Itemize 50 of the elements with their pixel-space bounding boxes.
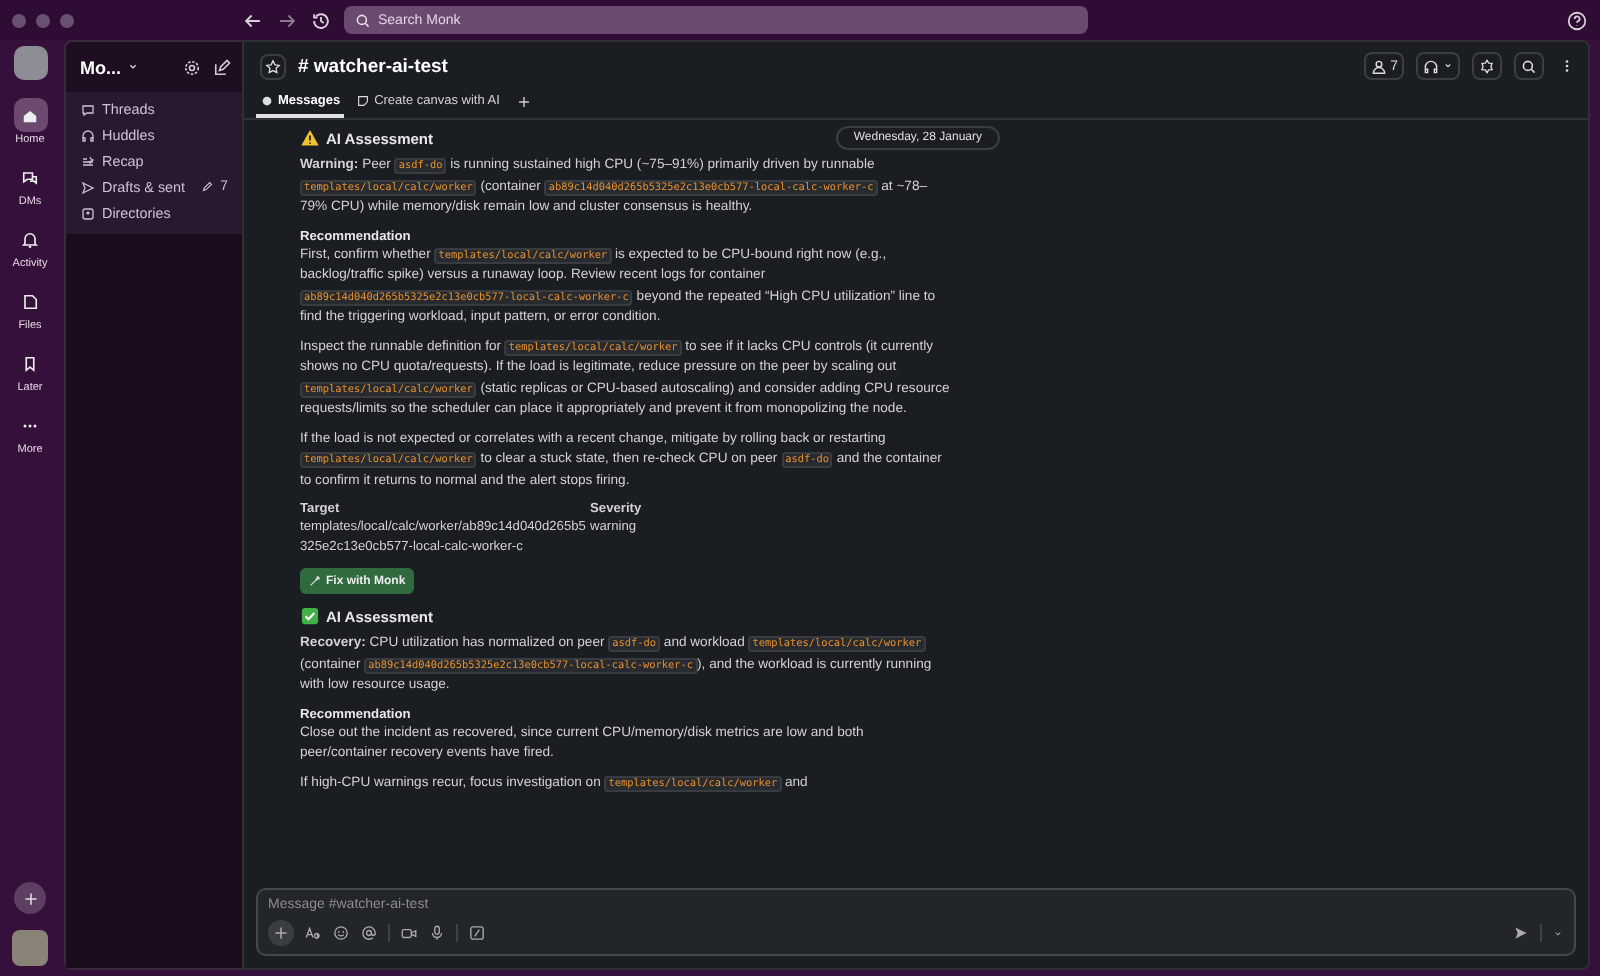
forward-arrow-icon[interactable]	[276, 9, 298, 31]
search-icon	[354, 11, 372, 29]
add-tab-icon[interactable]	[515, 94, 532, 110]
plus-icon[interactable]	[268, 920, 294, 946]
text-format-icon[interactable]	[304, 924, 322, 942]
window-control-dot[interactable]	[60, 13, 74, 27]
back-arrow-icon[interactable]	[242, 9, 264, 31]
pencil-icon	[200, 180, 215, 194]
workspace-name[interactable]: Mo...	[80, 57, 121, 77]
add-button[interactable]	[14, 882, 46, 914]
headphones-icon	[1422, 57, 1440, 75]
headphones-icon	[80, 127, 96, 143]
huddle-button[interactable]	[1416, 52, 1460, 80]
compose-icon[interactable]	[212, 57, 232, 77]
star-icon[interactable]	[260, 53, 286, 79]
settings-icon[interactable]	[182, 57, 202, 77]
wrench-icon	[308, 574, 322, 588]
canvas-icon	[356, 94, 371, 108]
chat-bubble-icon	[80, 101, 96, 117]
video-camera-icon[interactable]	[400, 924, 418, 942]
person-icon	[1370, 57, 1389, 75]
microphone-icon[interactable]	[428, 924, 446, 942]
mention-icon[interactable]	[360, 924, 378, 942]
contact-card-icon	[80, 205, 96, 221]
help-icon[interactable]	[1566, 9, 1588, 31]
caret-icon[interactable]	[125, 60, 139, 74]
bubble-icon	[260, 94, 274, 108]
caret-icon	[1442, 60, 1454, 72]
plus-icon	[21, 889, 39, 907]
search-button[interactable]	[1514, 52, 1544, 80]
user-avatar[interactable]	[12, 930, 48, 966]
check-icon	[300, 606, 320, 626]
document-icon	[20, 291, 40, 311]
slash-command-icon[interactable]	[468, 924, 486, 942]
chat-bubbles-icon	[20, 167, 40, 187]
emoji-icon[interactable]	[332, 924, 350, 942]
channel-title[interactable]: # watcher-ai-test	[298, 55, 448, 77]
warning-icon	[300, 128, 320, 148]
sparkle-list-icon	[80, 153, 96, 169]
bell-icon	[19, 229, 40, 249]
send-icon	[80, 179, 96, 195]
workspace-avatar[interactable]	[13, 46, 47, 80]
bookmark-icon	[20, 353, 40, 373]
window-control-dot[interactable]	[12, 13, 26, 27]
window-control-dot[interactable]	[36, 13, 50, 27]
history-icon[interactable]	[310, 9, 332, 31]
caret-icon[interactable]	[1552, 927, 1564, 939]
house-icon	[20, 105, 40, 125]
send-icon[interactable]	[1512, 924, 1530, 942]
search-icon	[1520, 57, 1538, 75]
